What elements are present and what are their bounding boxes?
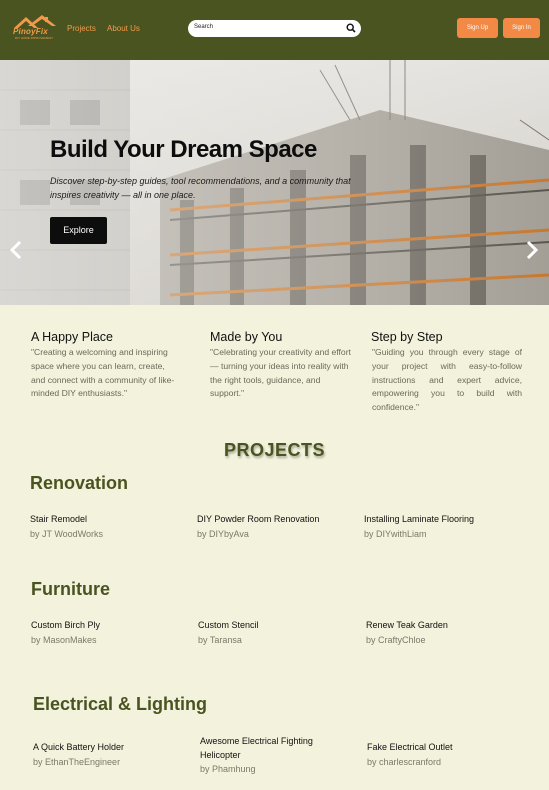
feature-text: "Celebrating your creativity and effort … [210, 347, 351, 399]
chevron-right-icon[interactable] [525, 240, 539, 260]
feature-text: "Creating a welcoming and inspiring spac… [31, 347, 175, 399]
project-card-author[interactable]: by charlescranford [367, 757, 441, 767]
project-card-title[interactable]: Custom Birch Ply [31, 618, 181, 632]
project-card-title[interactable]: Renew Teak Garden [366, 618, 516, 632]
feature-title: A Happy Place [31, 330, 113, 344]
nav-projects-link[interactable]: Projects [67, 24, 96, 33]
category-title-electrical-lighting: Electrical & Lighting [33, 694, 208, 714]
sign-in-button[interactable]: Sign In [503, 18, 540, 38]
feature-text: "Guiding you through every stage of your… [372, 347, 522, 413]
chevron-left-icon[interactable] [9, 240, 23, 260]
category-title-renovation: Renovation [30, 473, 129, 493]
projects-heading: PROJECTS [223, 440, 326, 460]
project-card-author[interactable]: by DIYbyAva [197, 529, 249, 539]
search-icon[interactable] [346, 23, 356, 33]
explore-button[interactable]: Explore [50, 217, 107, 244]
project-card-title[interactable]: Fake Electrical Outlet [367, 740, 517, 754]
project-card-author[interactable]: by EthanTheEngineer [33, 757, 120, 767]
project-card-title[interactable]: A Quick Battery Holder [33, 740, 183, 754]
project-card-title[interactable]: Installing Laminate Flooring [364, 512, 524, 526]
project-card-title[interactable]: DIY Powder Room Renovation [197, 512, 347, 526]
project-card-title[interactable]: Custom Stencil [198, 618, 348, 632]
sign-up-button[interactable]: Sign Up [457, 18, 498, 38]
feature-title: Made by You [210, 330, 283, 344]
search-placeholder: Search [194, 24, 214, 30]
project-card-author[interactable]: by Taransa [198, 635, 242, 645]
brand-tagline: DIY HOME IMPROVEMENT [15, 36, 53, 40]
nav-about-link[interactable]: About Us [107, 24, 140, 33]
project-card-title[interactable]: Awesome Electrical Fighting Helicopter [200, 734, 340, 762]
project-card-author[interactable]: by CraftyChloe [366, 635, 426, 645]
site-header: PinoyFix DIY HOME IMPROVEMENT Projects A… [0, 0, 549, 60]
project-card-author[interactable]: by Phamhung [200, 764, 256, 774]
project-card-author[interactable]: by JT WoodWorks [30, 529, 103, 539]
brand-name[interactable]: PinoyFix [13, 27, 48, 36]
project-card-author[interactable]: by DIYwithLiam [364, 529, 427, 539]
category-title-furniture: Furniture [31, 579, 110, 599]
hero-title: Build Your Dream Space [50, 136, 317, 163]
project-card-title[interactable]: Stair Remodel [30, 512, 180, 526]
search-input[interactable]: Search [188, 20, 361, 37]
feature-title: Step by Step [371, 330, 443, 344]
hero-subtitle: Discover step-by-step guides, tool recom… [50, 176, 351, 200]
project-card-author[interactable]: by MasonMakes [31, 635, 97, 645]
